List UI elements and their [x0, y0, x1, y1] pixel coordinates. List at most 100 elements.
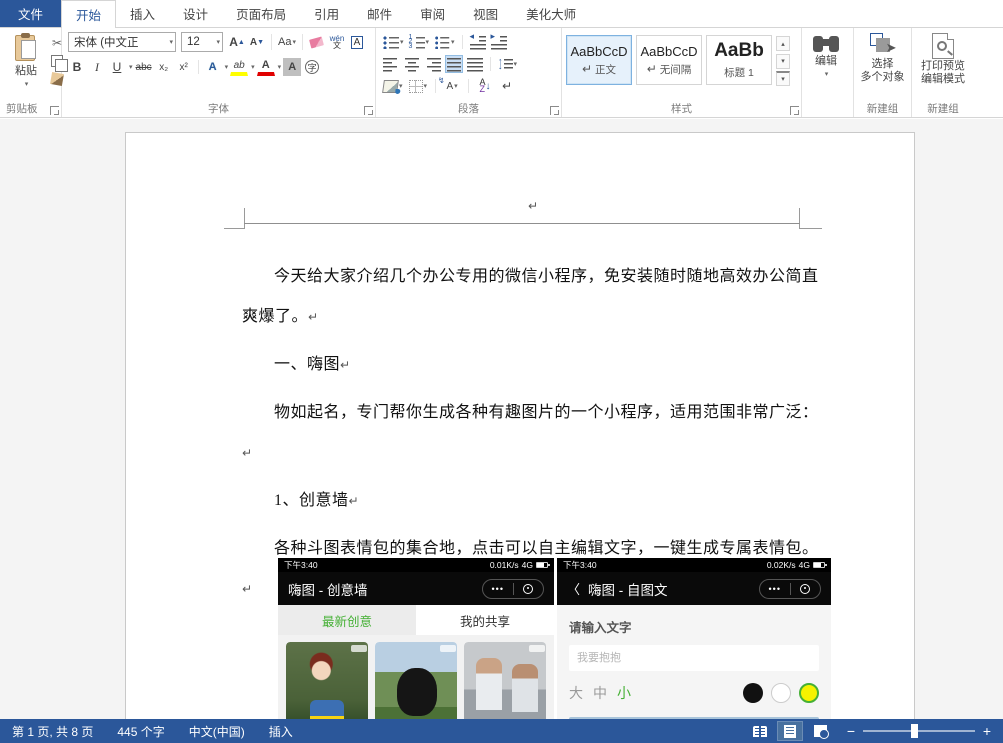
size-large-option[interactable]: 大 — [569, 683, 583, 703]
tab-references[interactable]: 引用 — [300, 0, 353, 27]
asian-layout-button[interactable]: A▾ — [438, 76, 461, 95]
tab-mailings[interactable]: 邮件 — [353, 0, 406, 27]
borders-button[interactable]: ▾ — [408, 77, 429, 95]
tab-page-layout[interactable]: 页面布局 — [222, 0, 300, 27]
zoom-out-button[interactable]: − — [845, 723, 857, 739]
paragraph-dialog-launcher[interactable] — [550, 106, 559, 115]
paragraph[interactable]: 今天给大家介绍几个办公专用的微信小程序，免安装随时随地高效办公简直爽爆了。↵ — [242, 257, 828, 337]
meme-thumbnail-kumamon[interactable]: 我要抱抱 — [375, 642, 457, 719]
font-dialog-launcher[interactable] — [364, 106, 373, 115]
more-menu-icon[interactable]: ••• — [760, 584, 790, 594]
clear-formatting-button[interactable] — [308, 33, 326, 51]
bold-button[interactable]: B — [68, 58, 86, 76]
underline-dropdown[interactable]: ▾ — [129, 63, 133, 71]
color-swatch-black[interactable] — [743, 683, 763, 703]
shrink-font-button[interactable]: A ▼ — [248, 33, 266, 51]
color-swatch-yellow[interactable] — [799, 683, 819, 703]
decrease-indent-button[interactable] — [469, 31, 487, 51]
font-color-dropdown[interactable]: ▾ — [278, 63, 282, 71]
show-hide-marks-button[interactable]: ↵ — [498, 77, 516, 95]
clipboard-dialog-launcher[interactable] — [50, 106, 59, 115]
read-mode-button[interactable] — [747, 721, 773, 741]
paragraph[interactable]: 物如起名，专门帮你生成各种有趣图片的一个小程序，适用范围非常广泛：↵ — [242, 393, 828, 473]
justify-button[interactable] — [445, 55, 463, 73]
zoom-in-button[interactable]: + — [981, 723, 993, 739]
insert-mode-indicator[interactable]: 插入 — [257, 723, 305, 740]
print-preview-edit-button[interactable]: 打印预览 编辑模式 — [914, 31, 972, 103]
meme-thumbnail-men[interactable]: 诸葛ィ江流儿 — [464, 642, 546, 719]
close-miniapp-icon[interactable] — [791, 583, 821, 594]
text-effects-dropdown[interactable]: ▾ — [225, 63, 229, 71]
select-multiple-objects-button[interactable]: ➤ 选择 多个对象 — [856, 31, 909, 103]
styles-scroll-up[interactable]: ▴ — [776, 36, 790, 51]
tab-my-shares[interactable]: 我的共享 — [416, 605, 554, 635]
paste-dropdown[interactable]: ▾ — [25, 78, 29, 91]
tab-review[interactable]: 审阅 — [406, 0, 459, 27]
more-menu-icon[interactable]: ••• — [483, 584, 513, 594]
subscript-button[interactable]: x₂ — [155, 58, 173, 76]
document-page[interactable]: ↵ 今天给大家介绍几个办公专用的微信小程序，免安装随时随地高效办公简直爽爆了。↵… — [125, 132, 915, 719]
numbering-button[interactable]: 1 2 3 ▾ — [408, 33, 431, 51]
styles-scroll-down[interactable]: ▾ — [776, 53, 790, 69]
style-card-normal[interactable]: AaBbCcD ↵ 正文 — [566, 35, 632, 85]
align-right-button[interactable] — [424, 55, 442, 73]
superscript-button[interactable]: x² — [175, 58, 193, 76]
color-swatch-white[interactable] — [771, 683, 791, 703]
styles-more-button[interactable]: ▾ — [776, 71, 790, 86]
print-layout-button[interactable] — [777, 721, 803, 741]
meme-text-input[interactable] — [569, 645, 819, 671]
size-medium-option[interactable]: 中 — [593, 683, 607, 703]
underline-button[interactable]: U — [108, 58, 126, 76]
increase-indent-button[interactable] — [490, 31, 508, 51]
paragraph[interactable]: 1、创意墙↵ — [242, 481, 828, 521]
font-size-combo[interactable]: 12 ▾ — [181, 32, 223, 52]
distribute-button[interactable] — [466, 55, 484, 73]
bullets-button[interactable]: ▾ — [382, 33, 405, 51]
document-canvas[interactable]: ↵ 今天给大家介绍几个办公专用的微信小程序，免安装随时随地高效办公简直爽爆了。↵… — [0, 119, 1003, 719]
enclose-characters-button[interactable]: 字 — [303, 58, 321, 76]
paragraph[interactable]: 一、嗨图↵ — [242, 345, 828, 385]
zoom-slider-handle[interactable] — [911, 724, 918, 738]
strikethrough-button[interactable]: abc — [135, 58, 153, 76]
embedded-image-figure[interactable]: 下午3:40 0.01K/s4G 嗨图 - 创意墙 ••• 最新创意 我的共享 — [278, 558, 834, 719]
style-card-no-spacing[interactable]: AaBbCcD ↵ 无间隔 — [636, 35, 702, 85]
highlight-color-button[interactable]: ab — [230, 58, 249, 76]
change-case-button[interactable]: Aa ▾ — [277, 33, 297, 51]
align-center-button[interactable] — [403, 55, 421, 73]
sort-button[interactable]: A Z ↓ — [476, 77, 494, 95]
font-name-combo[interactable]: 宋体 (中文正 ▾ — [68, 32, 176, 52]
web-layout-button[interactable] — [807, 721, 833, 741]
paste-button[interactable]: 粘贴 ▾ — [4, 31, 48, 91]
multilevel-list-button[interactable]: ▾ — [433, 33, 456, 51]
italic-button[interactable]: I — [88, 58, 106, 76]
zoom-slider-track[interactable] — [863, 724, 975, 738]
back-icon[interactable]: 〈 — [567, 579, 580, 598]
phonetic-guide-button[interactable]: wén 文 — [328, 33, 346, 51]
size-small-option[interactable]: 小 — [617, 683, 631, 703]
close-miniapp-icon[interactable] — [514, 583, 544, 594]
character-shading-button[interactable]: A — [283, 58, 302, 76]
meme-thumbnail-girl[interactable] — [286, 642, 368, 719]
editing-dropdown[interactable]: ▾ — [825, 68, 829, 81]
style-card-heading1[interactable]: AaBb 标题 1 — [706, 35, 772, 85]
font-color-button[interactable]: A — [256, 58, 275, 76]
shading-button[interactable]: ▾ — [382, 77, 404, 95]
styles-dialog-launcher[interactable] — [790, 106, 799, 115]
tab-wps-beautify[interactable]: 美化大师 — [512, 0, 590, 27]
line-spacing-button[interactable]: ↑ ↓ ▾ — [497, 55, 518, 73]
word-count[interactable]: 445 个字 — [105, 723, 176, 740]
align-left-button[interactable] — [382, 55, 400, 73]
tab-design[interactable]: 设计 — [169, 0, 222, 27]
grow-font-button[interactable]: A ▲ — [228, 33, 246, 51]
text-effects-button[interactable]: A — [204, 58, 222, 76]
language-indicator[interactable]: 中文(中国) — [177, 723, 257, 740]
tab-insert[interactable]: 插入 — [116, 0, 169, 27]
tab-view[interactable]: 视图 — [459, 0, 512, 27]
editing-button[interactable]: 编辑 ▾ — [804, 31, 848, 103]
character-border-button[interactable]: A — [348, 33, 366, 51]
tab-home[interactable]: 开始 — [61, 0, 117, 28]
tab-latest-creations[interactable]: 最新创意 — [278, 605, 416, 635]
tab-file[interactable]: 文件 — [0, 0, 62, 27]
page-indicator[interactable]: 第 1 页, 共 8 页 — [0, 723, 105, 740]
highlight-dropdown[interactable]: ▾ — [251, 63, 255, 71]
